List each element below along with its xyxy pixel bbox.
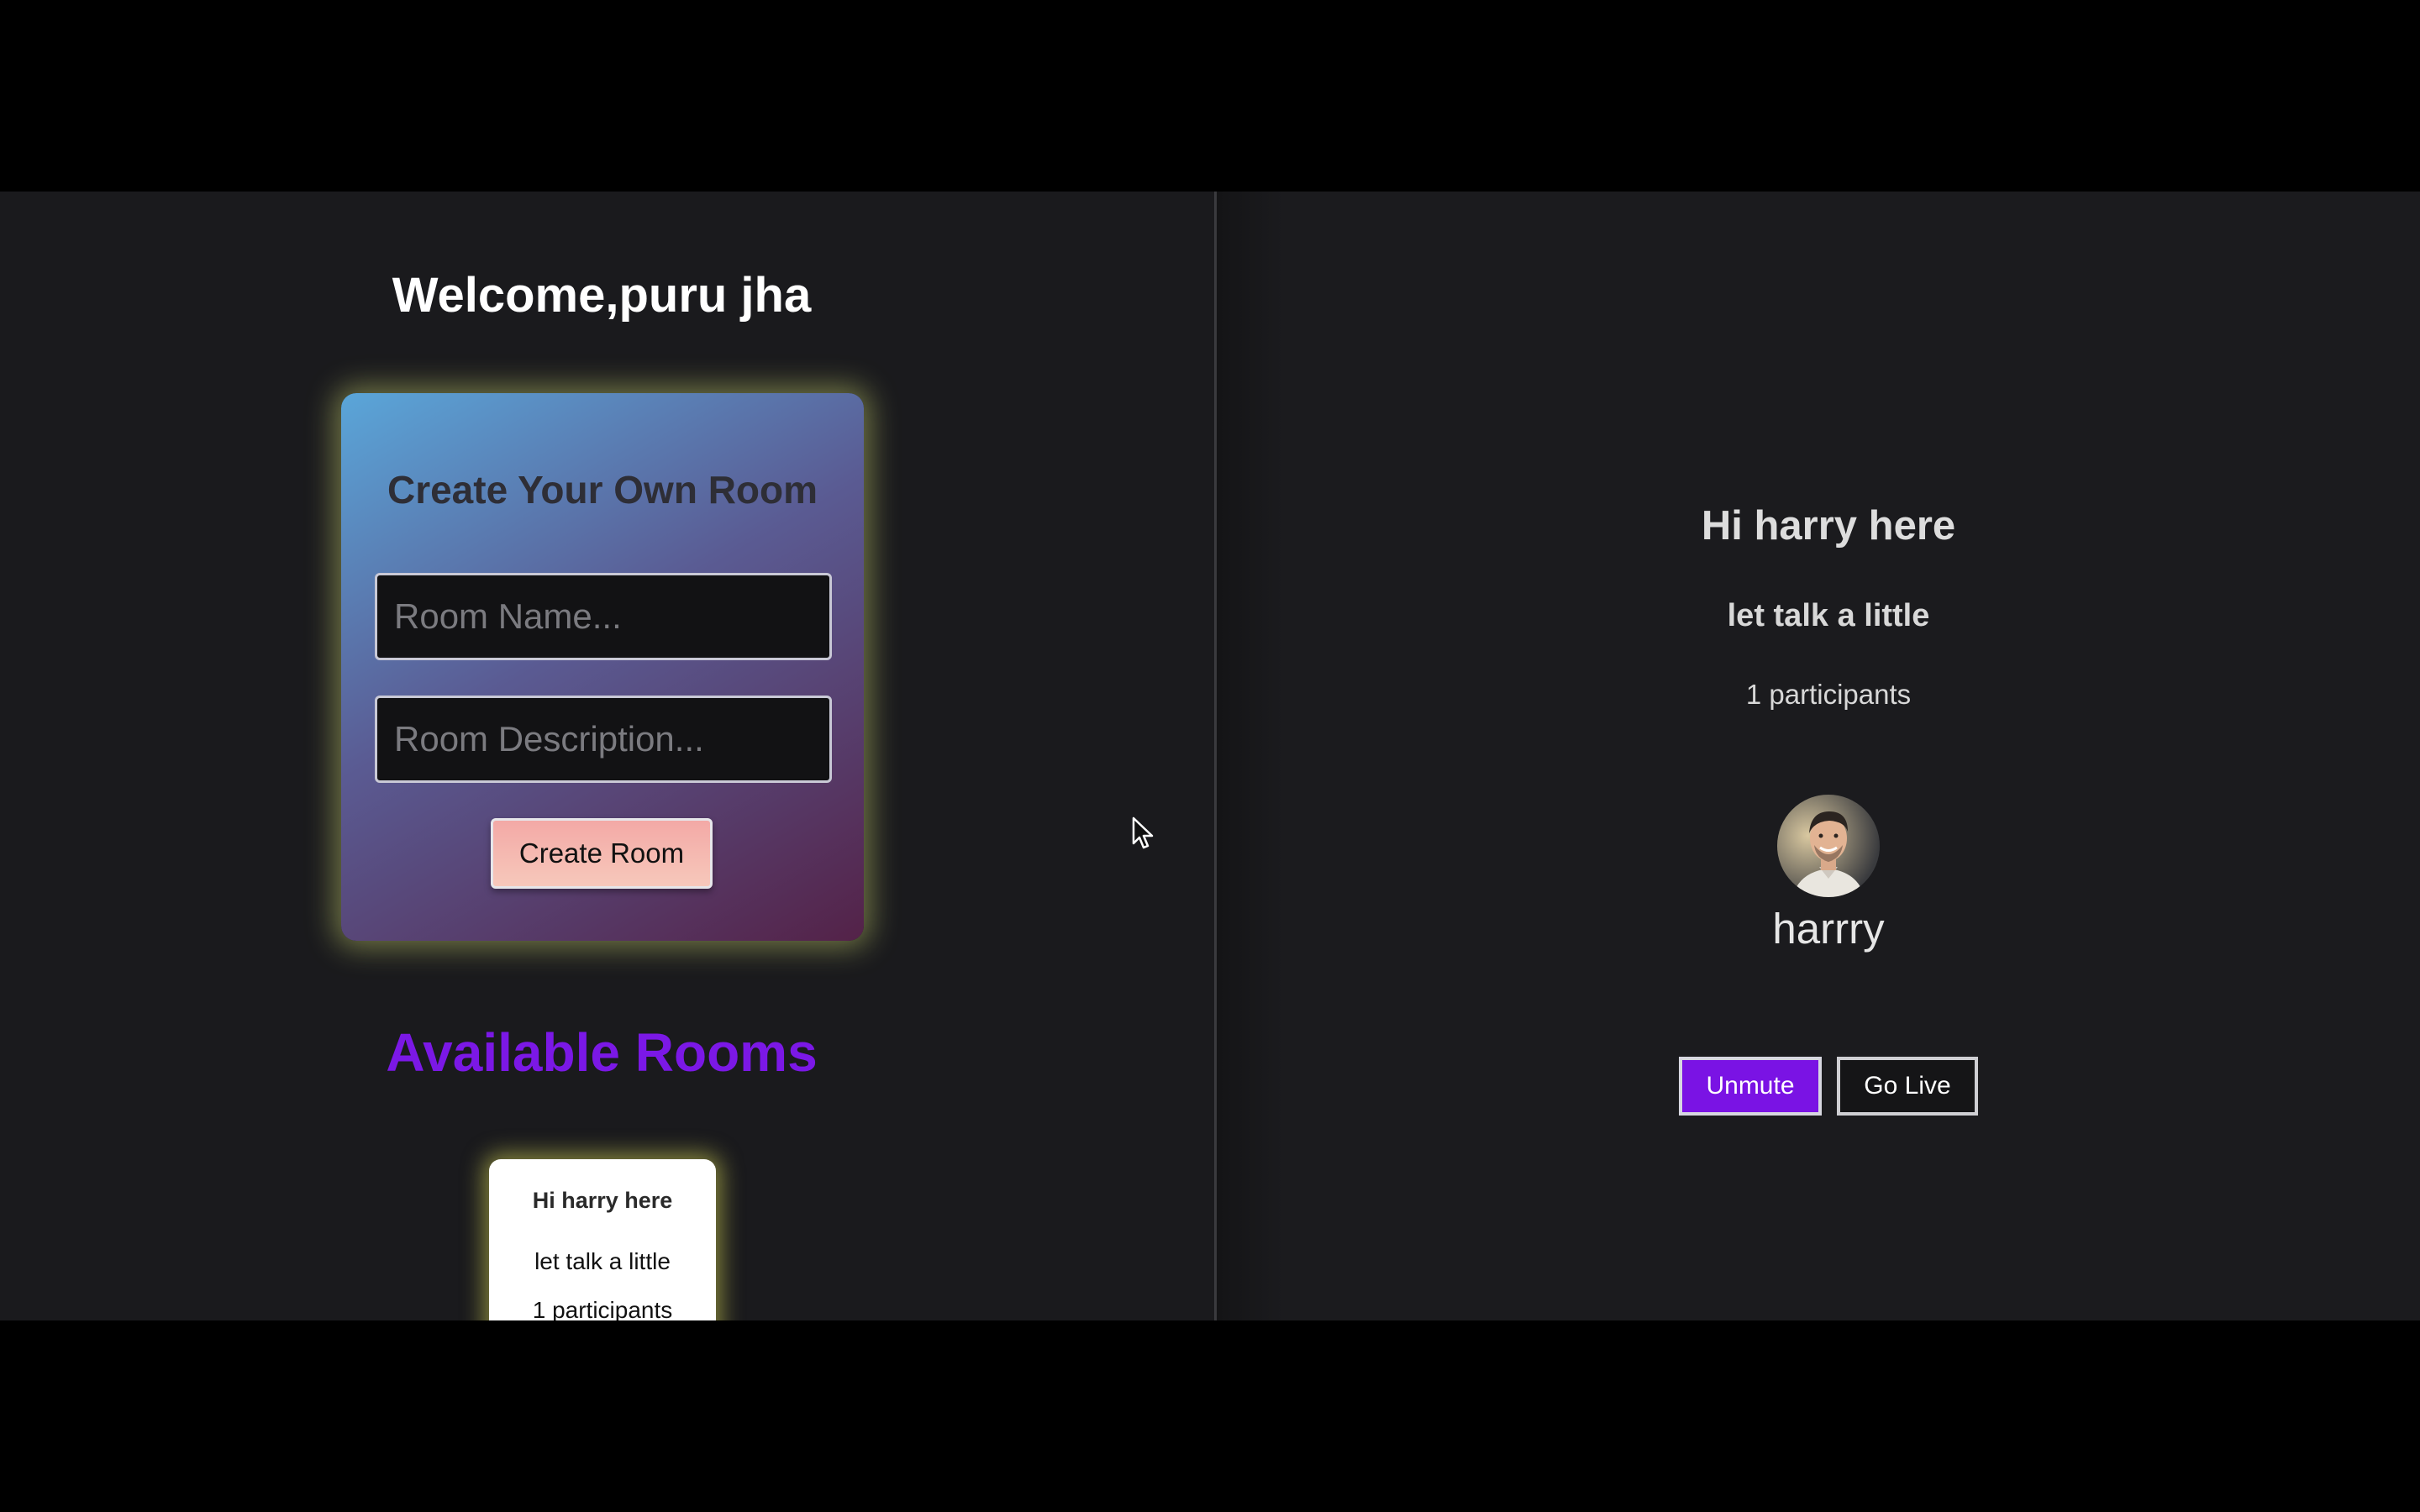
room-card-description: let talk a little [534,1248,671,1274]
app-window: Welcome,puru jha Create Your Own Room Cr… [0,192,2420,1320]
create-room-card: Create Your Own Room Create Room [341,393,864,941]
lobby-panel: Welcome,puru jha Create Your Own Room Cr… [0,192,1214,1320]
speaker-name: harrry [1772,905,1885,953]
create-room-button[interactable]: Create Room [491,818,713,889]
room-description: let talk a little [1727,598,1930,633]
room-card[interactable]: Hi harry here let talk a little 1 partic… [489,1159,716,1320]
user-photo-icon [1777,795,1880,897]
go-live-button[interactable]: Go Live [1837,1057,1978,1116]
participant-count: 1 participants [1745,679,1912,710]
unmute-button[interactable]: Unmute [1679,1057,1822,1116]
room-title: Hi harry here [1701,503,1956,549]
room-card-title: Hi harry here [532,1188,673,1213]
mouse-cursor-icon [1132,816,1154,849]
room-name-input[interactable] [375,573,832,660]
room-card-participants: 1 participants [532,1297,673,1320]
avatar [1777,795,1880,897]
letterbox-bottom [0,1320,2420,1512]
letterbox-top [0,0,2420,192]
room-description-input[interactable] [375,696,832,783]
available-rooms-heading: Available Rooms [386,1022,818,1083]
create-room-title: Create Your Own Room [387,468,818,512]
room-panel: Hi harry here let talk a little 1 partic… [1217,192,2420,1320]
welcome-heading: Welcome,puru jha [392,268,812,323]
